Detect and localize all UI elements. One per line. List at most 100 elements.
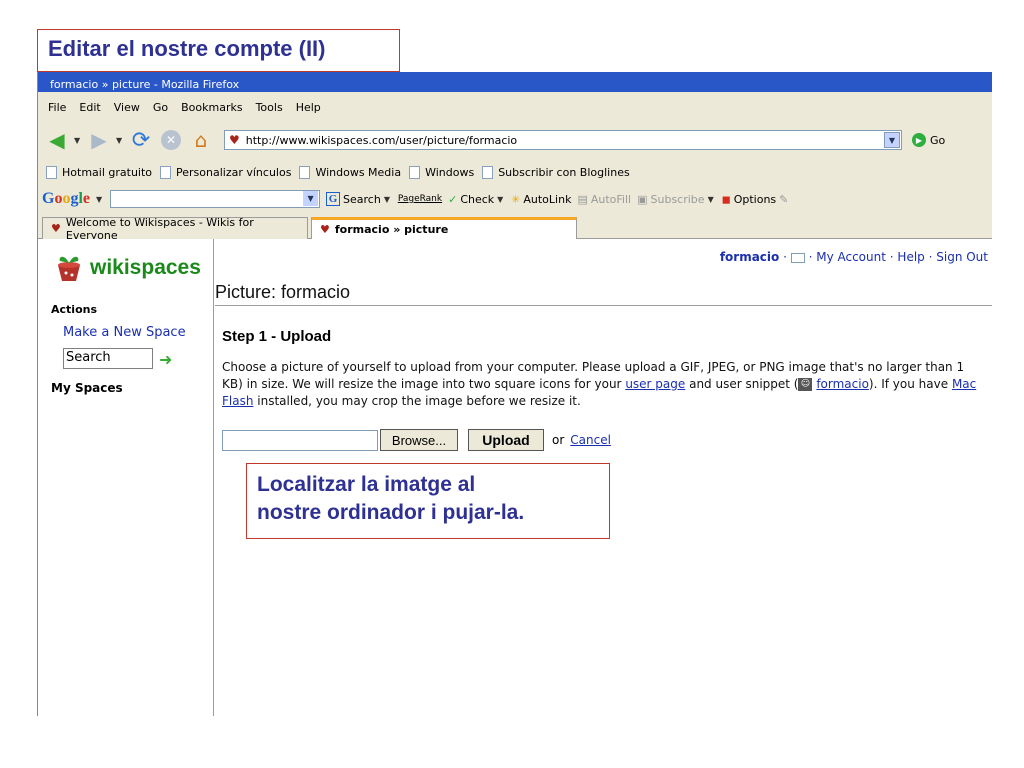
site-favicon-icon: ♥ [320, 223, 330, 236]
step-title: Step 1 - Upload [222, 328, 332, 345]
spellcheck-button[interactable]: ✓ Check ▼ [448, 193, 505, 206]
pagerank-label: PageRank [397, 194, 443, 204]
back-dropdown-icon[interactable]: ▼ [74, 136, 82, 145]
desc-text: Choose a picture of yourself to upload f… [222, 360, 965, 374]
site-favicon-icon: ♥ [51, 222, 61, 235]
menu-view[interactable]: View [114, 101, 140, 114]
flash-link[interactable]: Flash [222, 394, 253, 408]
tab-picture[interactable]: ♥ formacio » picture [311, 217, 577, 239]
autofill-icon: ▤ [577, 192, 588, 206]
formacio-link[interactable]: formacio [816, 377, 869, 391]
url-text: http://www.wikispaces.com/user/picture/f… [245, 133, 518, 147]
forward-dropdown-icon[interactable]: ▼ [116, 136, 124, 145]
sidebar: wikispaces Actions Make a New Space Sear… [38, 239, 214, 716]
separator: · [783, 250, 791, 264]
upload-description: Choose a picture of yourself to upload f… [222, 359, 992, 410]
mac-link[interactable]: Mac [952, 377, 976, 391]
autofill-button[interactable]: ▤ AutoFill [577, 193, 631, 206]
bookmark-label: Hotmail gratuito [62, 165, 153, 179]
options-icon: ◼ [721, 192, 731, 206]
user-page-link[interactable]: user page [625, 377, 685, 391]
reload-icon[interactable]: ⟳ [128, 128, 154, 153]
or-label: or [552, 433, 565, 447]
google-search-label: Search [343, 192, 381, 206]
autolink-button[interactable]: ✳ AutoLink [511, 193, 571, 206]
bookmarks-toolbar: Hotmail gratuito Personalizar vínculos W… [38, 161, 992, 183]
google-search-input[interactable]: ▼ [110, 190, 321, 208]
my-account-link[interactable]: My Account [816, 250, 886, 264]
chevron-down-icon: ▼ [383, 194, 390, 204]
google-search-dropdown-icon[interactable]: ▼ [303, 191, 319, 206]
go-label: Go [930, 133, 946, 147]
bookmark-item[interactable]: Hotmail gratuito [46, 165, 153, 179]
url-dropdown-icon[interactable]: ▼ [884, 132, 900, 148]
menu-edit[interactable]: Edit [79, 101, 100, 114]
rss-icon: ▣ [637, 192, 648, 206]
go-button[interactable]: ▶ Go [912, 133, 945, 147]
menu-bookmarks[interactable]: Bookmarks [181, 101, 242, 114]
subscribe-button[interactable]: ▣ Subscribe ▼ [637, 193, 715, 206]
tab-welcome[interactable]: ♥ Welcome to Wikispaces - Wikis for Ever… [42, 216, 308, 242]
google-search-button[interactable]: G Search ▼ [326, 192, 392, 206]
back-icon[interactable]: ◀ [44, 128, 70, 152]
cancel-link[interactable]: Cancel [570, 433, 611, 447]
wikispaces-logo[interactable]: wikispaces [52, 251, 201, 285]
bookmark-item[interactable]: Windows Media [299, 165, 401, 179]
make-new-space-link[interactable]: Make a New Space [63, 325, 186, 340]
sign-out-link[interactable]: Sign Out [936, 250, 988, 264]
sidebar-search-input[interactable]: Search [63, 348, 153, 369]
bookmark-label: Subscribir con Bloglines [498, 165, 630, 179]
options-label: Options [733, 192, 777, 206]
page-icon [409, 165, 421, 179]
callout-line: nostre ordinador i pujar-la. [257, 501, 525, 524]
menu-tools[interactable]: Tools [256, 101, 283, 114]
google-menu-dropdown-icon[interactable]: ▼ [96, 195, 104, 204]
spellcheck-icon: ✓ [448, 192, 458, 206]
page-icon [160, 165, 172, 179]
search-go-arrow-icon[interactable]: ➜ [159, 350, 172, 369]
browser-screenshot: formacio » picture - Mozilla Firefox Fil… [37, 72, 992, 716]
user-snippet-icon: ☺ [798, 378, 813, 391]
go-icon: ▶ [912, 133, 926, 147]
upload-button[interactable]: Upload [468, 429, 544, 451]
stop-icon: ✕ [161, 130, 181, 150]
tab-strip: ♥ Welcome to Wikispaces - Wikis for Ever… [38, 215, 992, 242]
user-link[interactable]: formacio [720, 250, 779, 264]
page-icon [46, 165, 57, 179]
page-icon [299, 165, 311, 179]
bookmark-label: Windows [425, 165, 475, 179]
bookmark-item[interactable]: Windows [409, 165, 475, 179]
browse-button[interactable]: Browse... [380, 429, 458, 451]
options-button[interactable]: ◼ Options ✎ [722, 193, 789, 206]
stop-button[interactable]: ✕ [158, 128, 184, 152]
menu-bar: File Edit View Go Bookmarks Tools Help [38, 96, 992, 118]
menu-help[interactable]: Help [296, 101, 321, 114]
desc-text: ). If you have [868, 377, 952, 391]
upload-form: Browse... Upload or Cancel [222, 429, 611, 451]
bookmark-label: Personalizar vínculos [176, 165, 292, 179]
menu-go[interactable]: Go [153, 101, 168, 114]
google-logo[interactable]: Google [42, 190, 90, 208]
bookmark-item[interactable]: Personalizar vínculos [160, 165, 292, 179]
google-toolbar: Google ▼ ▼ G Search ▼ PageRank ✓ Check ▼… [38, 186, 992, 212]
page-title: Picture: formacio [215, 282, 351, 302]
check-label: Check [460, 192, 495, 206]
tab-label: formacio » picture [334, 223, 449, 236]
url-bar[interactable]: ♥ http://www.wikispaces.com/user/picture… [224, 130, 902, 150]
file-path-input[interactable] [222, 429, 378, 451]
window-titlebar: formacio » picture - Mozilla Firefox [38, 72, 992, 92]
page-icon [482, 165, 494, 179]
pencil-icon[interactable]: ✎ [779, 193, 788, 206]
home-icon[interactable]: ⌂ [188, 128, 214, 152]
my-spaces-heading: My Spaces [51, 381, 123, 395]
logo-text: wikispaces [90, 256, 201, 279]
autolink-label: AutoLink [523, 192, 572, 206]
heading-divider [215, 305, 992, 306]
mail-icon[interactable] [790, 252, 805, 263]
forward-icon[interactable]: ▶ [86, 128, 112, 152]
autofill-label: AutoFill [590, 192, 632, 206]
help-link[interactable]: Help [897, 250, 924, 264]
pagerank-indicator: PageRank [398, 194, 442, 204]
menu-file[interactable]: File [48, 101, 66, 114]
bookmark-item[interactable]: Subscribir con Bloglines [482, 165, 630, 179]
